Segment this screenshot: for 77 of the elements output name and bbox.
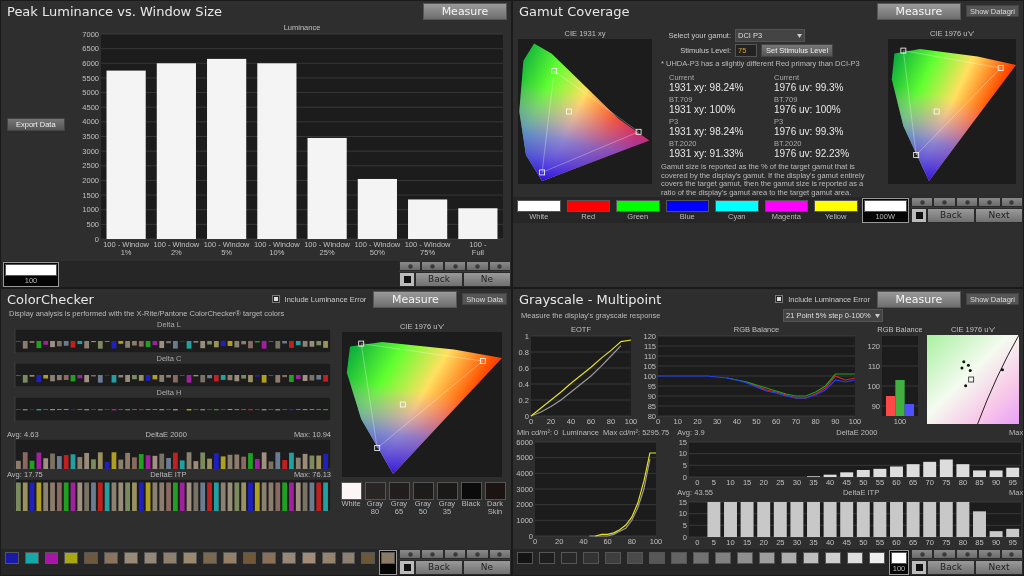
stat-value: 1976 uv: 99.3% <box>774 126 845 137</box>
measure-button[interactable]: Measure <box>876 290 961 308</box>
toolbar-button[interactable] <box>443 261 467 271</box>
dot-icon <box>964 551 970 557</box>
back-button[interactable]: Back <box>927 560 975 575</box>
back-button[interactable]: Back <box>415 560 463 575</box>
page-title: Gamut Coverage <box>519 3 630 19</box>
measure-button[interactable]: Measure <box>876 2 961 20</box>
toolbar-button[interactable] <box>911 549 934 559</box>
toolbar-button[interactable] <box>421 549 444 559</box>
toolbar-button[interactable] <box>978 197 1001 207</box>
toolbar-button[interactable] <box>399 549 422 559</box>
dot-icon <box>452 551 458 557</box>
stop-button[interactable] <box>399 272 415 287</box>
dot-icon <box>986 551 992 557</box>
toolbar-button[interactable] <box>933 197 956 207</box>
checkbox[interactable] <box>775 295 784 303</box>
stop-icon <box>403 276 411 283</box>
dot-icon <box>919 199 925 205</box>
stat-value: 1976 uv: 99.3% <box>774 82 845 93</box>
toolbar-button[interactable] <box>1000 197 1023 207</box>
toolbar-button[interactable] <box>443 549 467 559</box>
toolbar-button[interactable] <box>955 197 979 207</box>
toolbar-button[interactable] <box>488 549 511 559</box>
dot-icon <box>407 551 413 557</box>
stat-value: 1976 uv: 92.23% <box>774 148 851 159</box>
dot-icon <box>1009 551 1015 557</box>
dot-icon <box>919 551 925 557</box>
stop-icon <box>915 564 923 571</box>
back-button[interactable]: Back <box>415 272 463 287</box>
stat-value: 1976 uv: 100% <box>774 104 842 115</box>
stop-button[interactable] <box>399 560 415 575</box>
dot-icon <box>1009 199 1015 205</box>
dot-icon <box>452 263 458 269</box>
measure-button[interactable]: Measure <box>373 290 458 308</box>
toolbar-button[interactable] <box>488 261 511 271</box>
stat-value: 1931 xy: 91.33% <box>669 148 745 159</box>
stop-button[interactable] <box>911 560 927 575</box>
toolbar-button[interactable] <box>421 261 444 271</box>
next-button[interactable]: Ne <box>463 560 511 575</box>
dot-icon <box>474 263 480 269</box>
toolbar-button[interactable] <box>1000 549 1023 559</box>
toolbar-button[interactable] <box>466 549 489 559</box>
dot-icon <box>964 199 970 205</box>
next-button[interactable]: Ne <box>463 272 511 287</box>
toolbar-button[interactable] <box>955 549 979 559</box>
color-swatch[interactable] <box>379 550 397 575</box>
page-title: Peak Luminance vs. Window Size <box>7 3 223 19</box>
dot-icon <box>942 199 948 205</box>
page-title: Grayscale - Multipoint <box>519 291 662 307</box>
caret-icon <box>875 313 880 318</box>
toolbar-button[interactable] <box>933 549 956 559</box>
stat-value: 1931 xy: 98.24% <box>669 126 745 137</box>
measure-button[interactable]: Measure <box>423 2 507 20</box>
caret-icon <box>797 33 802 38</box>
stop-button[interactable] <box>911 208 927 223</box>
toolbar-button[interactable] <box>911 197 934 207</box>
checkbox[interactable] <box>271 295 280 303</box>
dot-icon <box>986 199 992 205</box>
dot-icon <box>497 263 503 269</box>
dot-icon <box>430 551 436 557</box>
dot-icon <box>407 263 413 269</box>
stat-value: 1931 xy: 100% <box>669 104 737 115</box>
stop-icon <box>403 564 411 571</box>
toolbar-button[interactable] <box>978 549 1001 559</box>
dot-icon <box>430 263 436 269</box>
toolbar-button[interactable] <box>399 261 422 271</box>
stop-icon <box>915 212 923 219</box>
dot-icon <box>474 551 480 557</box>
toolbar-button[interactable] <box>466 261 489 271</box>
next-button[interactable]: Next <box>975 208 1023 223</box>
dot-icon <box>942 551 948 557</box>
back-button[interactable]: Back <box>927 208 975 223</box>
next-button[interactable]: Next <box>975 560 1023 575</box>
stat-value: 1931 xy: 98.24% <box>669 82 745 93</box>
page-title: ColorChecker <box>7 291 94 307</box>
dot-icon <box>497 551 503 557</box>
